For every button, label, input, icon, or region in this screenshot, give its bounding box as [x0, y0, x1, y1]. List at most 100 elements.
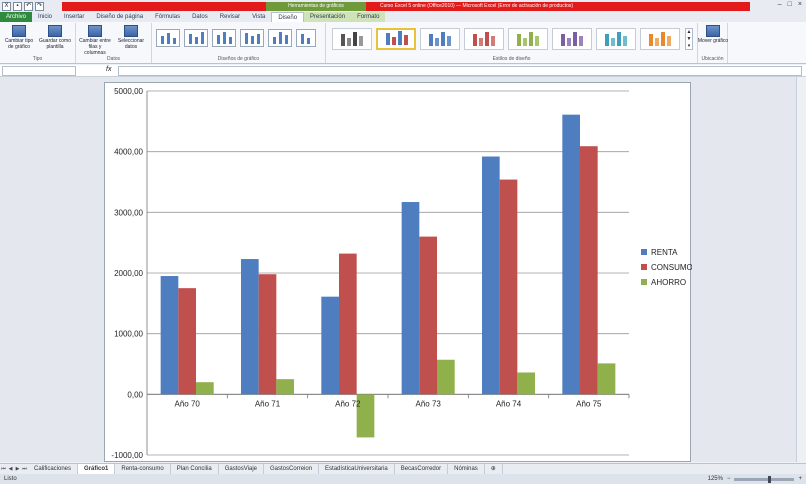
insert-function-icon[interactable]: fx	[106, 66, 111, 73]
move-chart-button[interactable]: Mover gráfico	[696, 25, 730, 44]
tab-chart-layout[interactable]: Presentación	[304, 12, 352, 22]
chart-layout-thumb[interactable]	[156, 29, 180, 47]
bar-ahorro	[276, 379, 295, 395]
chart-layout-thumb[interactable]	[184, 29, 208, 47]
ribbon-group-chart-layouts: Diseños de gráfico	[152, 23, 326, 63]
formula-bar: fx	[0, 65, 806, 77]
sheet-tab[interactable]: GastosCorreion	[264, 464, 320, 474]
excel-logo-icon: X	[2, 2, 11, 11]
switch-row-column-button[interactable]: Cambiar entre filas y columnas	[78, 25, 112, 56]
quick-access-toolbar: X ▪ ↶ ↷	[2, 2, 44, 11]
styles-gallery-scroll[interactable]: ▲ ▼ ▾	[685, 28, 693, 50]
sheet-tab-bar: ⏮ ◀ ▶ ⏭ Calificaciones Gráfico1 Renta-co…	[0, 463, 806, 474]
excel-window: X ▪ ↶ ↷ Herramientas de gráficos Curso E…	[0, 0, 806, 484]
chart-style-thumb[interactable]	[596, 28, 636, 50]
legend-label: RENTA	[651, 248, 678, 257]
x-tick-label: Año 74	[496, 399, 522, 408]
ribbon-group-label: Tipo	[32, 56, 43, 62]
save-as-template-button[interactable]: Guardar como plantilla	[38, 25, 72, 50]
vertical-scrollbar[interactable]	[796, 77, 806, 462]
next-sheet-arrow-icon[interactable]: ▶	[14, 465, 21, 473]
zoom-slider-thumb[interactable]	[768, 475, 772, 483]
y-tick-label: 2000,00	[114, 269, 143, 278]
ribbon-group-location: Mover gráfico Ubicación	[698, 23, 728, 63]
title-red-band	[62, 2, 266, 11]
x-tick-label: Año 73	[415, 399, 441, 408]
select-data-icon	[124, 25, 138, 37]
window-controls: – □ ×	[778, 1, 802, 8]
chart-style-thumb[interactable]	[508, 28, 548, 50]
tab-insert[interactable]: Insertar	[58, 12, 90, 22]
chart-tools-context-title: Herramientas de gráficos	[266, 2, 366, 11]
tab-review[interactable]: Revisar	[214, 12, 246, 22]
tab-chart-format[interactable]: Formato	[351, 12, 386, 22]
bar-consumo	[338, 253, 357, 395]
undo-icon[interactable]: ↶	[24, 2, 33, 11]
bar-consumo	[579, 146, 598, 395]
x-tick-label: Año 70	[174, 399, 200, 408]
name-box[interactable]	[2, 66, 76, 76]
chart-style-thumb[interactable]	[420, 28, 460, 50]
minimize-icon[interactable]: –	[778, 1, 782, 8]
sheet-tab[interactable]: Plan Concilia	[171, 464, 219, 474]
sheet-tab[interactable]: Nóminas	[448, 464, 485, 474]
x-tick-label: Año 75	[576, 399, 602, 408]
chart-area[interactable]: -1000,00 0,00 1000,00 2000,00 3000,00 4000,00…	[104, 82, 692, 462]
chart-style-thumb[interactable]	[640, 28, 680, 50]
sheet-tab[interactable]: BecasCorredor	[395, 464, 449, 474]
zoom-level[interactable]: 125%	[708, 474, 723, 484]
tab-page-layout[interactable]: Diseño de página	[90, 12, 149, 22]
tab-data[interactable]: Datos	[186, 12, 214, 22]
tab-home[interactable]: Inicio	[32, 12, 58, 22]
legend-swatch	[641, 249, 647, 255]
bar-renta	[401, 202, 420, 395]
last-sheet-arrow-icon[interactable]: ⏭	[21, 465, 28, 473]
bar-renta	[481, 156, 500, 395]
chart-style-thumb[interactable]	[464, 28, 504, 50]
ribbon-group-chart-styles: ▲ ▼ ▾ Estilos de diseño	[326, 23, 698, 63]
chart-layout-thumb[interactable]	[296, 29, 316, 47]
first-sheet-arrow-icon[interactable]: ⏮	[0, 465, 7, 473]
bar-ahorro	[437, 359, 455, 395]
chart-style-thumb[interactable]	[332, 28, 372, 50]
select-data-button[interactable]: Seleccionar datos	[114, 25, 148, 50]
chart-layout-thumb[interactable]	[212, 29, 236, 47]
insert-sheet-icon[interactable]: ⊕	[485, 464, 503, 474]
sheet-tab[interactable]: GastosViaje	[219, 464, 265, 474]
ribbon: Cambiar tipo de gráfico Guardar como pla…	[0, 22, 806, 64]
save-icon[interactable]: ▪	[13, 2, 22, 11]
zoom-out-icon[interactable]: −	[727, 474, 731, 484]
template-icon	[48, 25, 62, 37]
chart-type-icon	[12, 25, 26, 37]
zoom-in-icon[interactable]: +	[798, 474, 802, 484]
zoom-control: 125% − +	[708, 474, 802, 484]
change-chart-type-button[interactable]: Cambiar tipo de gráfico	[2, 25, 36, 50]
redo-icon[interactable]: ↷	[35, 2, 44, 11]
sheet-tab[interactable]: EstadísticaUniversitaria	[319, 464, 395, 474]
tab-view[interactable]: Vista	[246, 12, 271, 22]
bar-consumo	[258, 274, 277, 395]
tab-file[interactable]: Archivo	[0, 12, 33, 22]
tab-formulas[interactable]: Fórmulas	[149, 12, 186, 22]
legend-swatch	[641, 279, 647, 285]
chart-layout-thumb[interactable]	[268, 29, 292, 47]
bar-consumo	[419, 236, 438, 395]
formula-input[interactable]	[118, 66, 802, 76]
title-bar: X ▪ ↶ ↷ Herramientas de gráficos Curso E…	[0, 0, 806, 22]
chart-layout-thumb[interactable]	[240, 29, 264, 47]
window-title: Curso Excel 5 online (Office2010) — Micr…	[380, 3, 574, 9]
sheet-tab[interactable]: Renta-consumo	[115, 464, 171, 474]
zoom-slider[interactable]	[734, 475, 795, 483]
ribbon-tabs: Archivo Inicio Insertar Diseño de página…	[0, 12, 806, 22]
sheet-tab[interactable]: Calificaciones	[28, 464, 79, 474]
y-tick-label: -1000,00	[111, 451, 143, 460]
tab-chart-design[interactable]: Diseño	[271, 12, 305, 22]
prev-sheet-arrow-icon[interactable]: ◀	[7, 465, 14, 473]
maximize-icon[interactable]: □	[788, 1, 792, 8]
chart-style-thumb-selected[interactable]	[376, 28, 416, 50]
close-icon[interactable]: ×	[798, 1, 802, 8]
legend-label: AHORRO	[651, 278, 686, 287]
sheet-tab-active[interactable]: Gráfico1	[78, 464, 116, 474]
chart-style-thumb[interactable]	[552, 28, 592, 50]
bar-renta	[562, 114, 580, 395]
